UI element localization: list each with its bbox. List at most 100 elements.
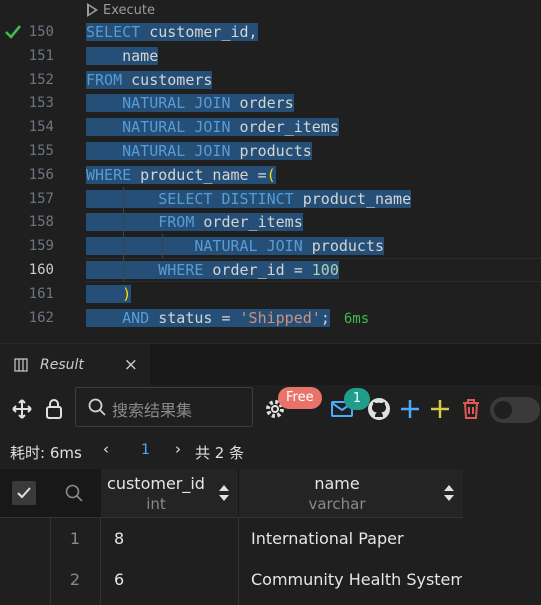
add-row-icon[interactable] xyxy=(398,397,422,421)
github-icon[interactable] xyxy=(367,397,391,421)
column-header-customer-id[interactable]: customer_id int xyxy=(101,469,238,517)
code-line[interactable]: 157 SELECT DISTINCT product_name xyxy=(0,187,541,211)
column-name: name xyxy=(314,474,360,493)
code-text: NATURAL JOIN products xyxy=(86,139,312,163)
code-token: customer_id, xyxy=(140,23,258,41)
table-row[interactable]: 1 8 International Paper xyxy=(0,519,463,560)
current-page[interactable]: 1 xyxy=(141,442,150,458)
selection-highlight: NATURAL JOIN orders xyxy=(86,94,294,113)
table-row[interactable]: 2 6 Community Health Systems xyxy=(0,560,463,601)
next-page-button[interactable]: › xyxy=(175,440,181,458)
code-token: 'Shipped' xyxy=(239,308,321,327)
code-token: order_items xyxy=(230,118,339,137)
code-text: ) xyxy=(86,282,132,306)
row-index: 2 xyxy=(69,570,81,589)
selection-highlight: NATURAL JOIN products xyxy=(86,237,385,256)
code-token: customers xyxy=(122,70,213,89)
selection-highlight: ) xyxy=(86,284,132,303)
code-token: products xyxy=(230,142,312,160)
sql-editor[interactable]: Execute 150 SELECT customer_id, 151 name 15… xyxy=(0,0,541,341)
column-type: varchar xyxy=(308,495,366,513)
sort-icon[interactable] xyxy=(218,484,230,502)
code-line[interactable]: 153 NATURAL JOIN orders xyxy=(0,91,541,115)
code-text: NATURAL JOIN order_items xyxy=(86,115,339,139)
code-line[interactable]: 156 WHERE product_name =( xyxy=(0,163,541,187)
column-header-name[interactable]: name varchar xyxy=(239,469,463,517)
line-number: 152 xyxy=(28,71,54,88)
prev-page-button[interactable]: ‹ xyxy=(103,440,109,458)
add-icon[interactable] xyxy=(428,397,452,421)
close-icon[interactable]: × xyxy=(124,355,138,375)
code-text: name xyxy=(86,44,159,68)
cell-customer-id[interactable]: 6 xyxy=(114,570,234,589)
selection-highlight: AND status = 'Shipped'; xyxy=(86,308,330,327)
column-type: int xyxy=(146,495,166,513)
line-number: 159 xyxy=(28,238,54,255)
indent-guide xyxy=(123,186,124,282)
code-line[interactable]: 160 WHERE order_id = 100 xyxy=(0,258,541,282)
execute-codelens[interactable]: Execute xyxy=(87,0,155,20)
code-line[interactable]: 154 NATURAL JOIN order_items xyxy=(0,115,541,139)
cell-name[interactable]: International Paper xyxy=(251,529,462,548)
tab-result-label: Result xyxy=(40,357,84,373)
sort-icon[interactable] xyxy=(443,484,455,502)
code-token: FROM xyxy=(86,70,123,89)
line-number: 162 xyxy=(28,309,54,326)
panel-tab-bar: Result × xyxy=(0,343,541,386)
line-number: 161 xyxy=(28,285,54,302)
code-token: name xyxy=(86,46,159,65)
result-grid: customer_id int name varchar 1 8 Interna… xyxy=(0,469,463,605)
line-number: 155 xyxy=(28,143,54,159)
lock-icon[interactable] xyxy=(42,397,66,421)
code-line[interactable]: 161 ) xyxy=(0,282,541,306)
code-token: orders xyxy=(230,94,294,113)
code-token: WHERE xyxy=(86,165,132,184)
selection-highlight: FROM customers xyxy=(86,70,213,89)
selection-highlight: FROM order_items xyxy=(86,213,303,232)
code-line[interactable]: 155 NATURAL JOIN products xyxy=(0,139,541,163)
search-input[interactable]: 搜索结果集 xyxy=(75,387,253,427)
delete-icon[interactable] xyxy=(459,397,483,421)
code-line[interactable]: 151 name xyxy=(0,44,541,68)
code-text: FROM customers xyxy=(86,68,213,92)
code-line[interactable]: 162 AND status = 'Shipped'; 6ms xyxy=(0,306,541,330)
total-count: 共 2 条 xyxy=(195,444,245,462)
execute-label[interactable]: Execute xyxy=(103,3,155,18)
code-line[interactable]: 150 SELECT customer_id, xyxy=(0,20,541,44)
code-token: ( xyxy=(266,165,276,184)
free-badge[interactable]: Free xyxy=(278,387,322,409)
code-token: 100 xyxy=(311,261,339,279)
code-token: product_name xyxy=(293,189,412,208)
code-text: NATURAL JOIN products xyxy=(86,234,385,258)
tab-result[interactable]: Result × xyxy=(0,344,150,386)
selection-highlight: SELECT customer_id, xyxy=(86,23,258,41)
code-text: FROM order_items xyxy=(86,210,303,234)
select-all-checkbox[interactable] xyxy=(12,481,36,505)
check-icon xyxy=(17,487,31,499)
check-icon xyxy=(5,25,22,39)
move-icon[interactable] xyxy=(10,397,34,421)
code-line[interactable]: 152 FROM customers xyxy=(0,68,541,92)
pagination-bar: 耗时: 6ms ‹ 1 › 共 2 条 xyxy=(0,433,541,469)
code-token: ; xyxy=(320,308,330,327)
play-icon xyxy=(87,3,98,17)
result-tab-icon xyxy=(14,358,28,372)
code-text: NATURAL JOIN orders xyxy=(86,91,294,115)
execution-time: 6ms xyxy=(343,310,370,327)
code-token: AND xyxy=(122,308,150,327)
search-placeholder: 搜索结果集 xyxy=(112,401,193,420)
code-text: AND status = 'Shipped'; 6ms xyxy=(86,306,369,330)
toggle-switch[interactable] xyxy=(490,397,540,423)
code-line[interactable]: 159 NATURAL JOIN products xyxy=(0,234,541,258)
search-icon xyxy=(88,398,106,416)
line-number: 157 xyxy=(28,190,54,207)
cell-customer-id[interactable]: 8 xyxy=(114,529,234,548)
cell-name[interactable]: Community Health Systems xyxy=(251,570,462,589)
code-token: NATURAL JOIN xyxy=(122,142,231,160)
search-icon[interactable] xyxy=(64,483,84,503)
code-line[interactable]: 158 FROM order_items xyxy=(0,210,541,234)
code-token: ) xyxy=(122,284,132,303)
